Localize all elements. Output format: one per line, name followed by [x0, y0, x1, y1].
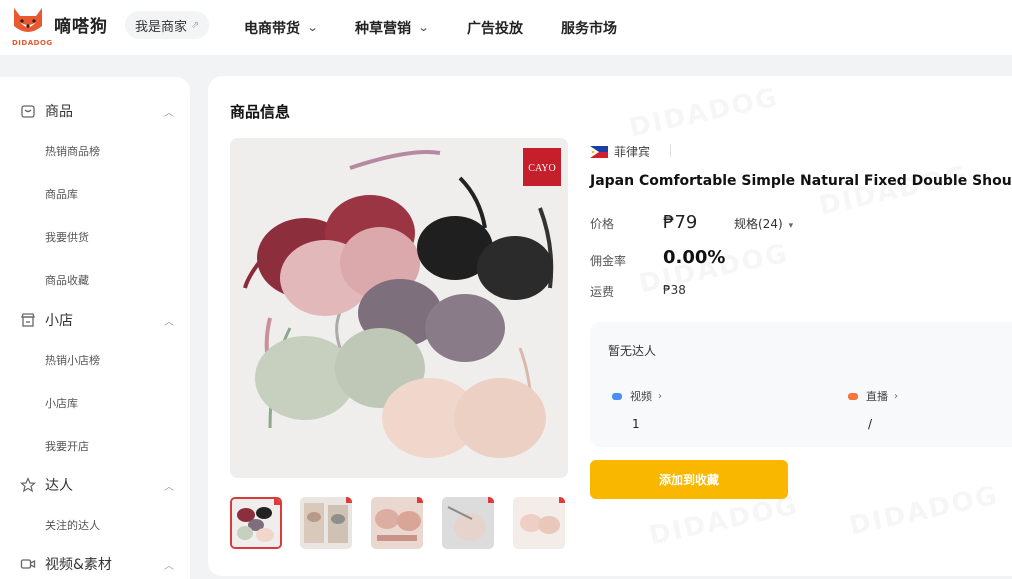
- sidebar-group-label: 商品: [45, 104, 73, 120]
- video-stat-link[interactable]: 视频 ›: [612, 388, 662, 404]
- chevron-up-icon: ︿: [164, 107, 174, 119]
- sidebar-group-label: 达人: [45, 478, 73, 494]
- nav-item-label: 广告投放: [467, 20, 523, 37]
- commission-label: 佣金率: [590, 254, 627, 268]
- shipping-label: 运费: [590, 285, 615, 299]
- external-link-icon: ⇗: [191, 19, 200, 31]
- chevron-up-icon: ︿: [164, 481, 174, 493]
- sidebar-group-shops[interactable]: 小店 ︿: [0, 305, 190, 335]
- product-thumbnail[interactable]: [371, 497, 423, 549]
- product-main-image[interactable]: CAYO: [230, 138, 568, 478]
- thumbnail-marker: [417, 497, 423, 503]
- chevron-down-icon: ⌄: [306, 21, 319, 34]
- product-thumbnail[interactable]: [513, 497, 565, 549]
- price-value: ₱79: [663, 212, 698, 233]
- commission-value: 0.00%: [663, 247, 726, 268]
- thumbnail-marker: [488, 497, 494, 503]
- product-title: Japan Comfortable Simple Natural Fixed D…: [590, 173, 1012, 189]
- product-info-card: DIDADOG DIDADOG DIDADOG DIDADOG DIDADOG …: [208, 76, 1012, 576]
- sidebar-item-product-library[interactable]: 商品库: [45, 186, 78, 202]
- shipping-value: ₱38: [663, 283, 686, 297]
- watermark: DIDADOG: [817, 161, 972, 222]
- nav-item-ads[interactable]: 广告投放: [467, 0, 523, 55]
- country-tag: 菲律宾: [590, 143, 650, 160]
- video-stat-label: 视频: [630, 390, 652, 403]
- sidebar-item-hot-products[interactable]: 热销商品榜: [45, 143, 100, 159]
- chevron-right-icon: ›: [894, 390, 898, 402]
- talent-panel: 暂无达人 视频 › 1 直播 › /: [590, 322, 1012, 447]
- sidebar: 商品 ︿ 热销商品榜 商品库 我要供货 商品收藏 小店 ︿ 热销小店榜 小店库 …: [0, 77, 190, 579]
- philippines-flag-icon: [590, 145, 608, 158]
- sidebar-item-supply[interactable]: 我要供货: [45, 229, 89, 245]
- video-icon: [612, 392, 622, 400]
- nav-item-services[interactable]: 服务市场: [561, 0, 617, 55]
- merchant-entry-button[interactable]: 我是商家 ⇗: [125, 11, 210, 39]
- spec-dropdown[interactable]: 规格(24) ▾: [734, 215, 793, 232]
- sidebar-item-followed-influencers[interactable]: 关注的达人: [45, 517, 100, 533]
- sidebar-item-shop-library[interactable]: 小店库: [45, 395, 78, 411]
- sidebar-group-products[interactable]: 商品 ︿: [0, 96, 190, 126]
- video-stat-value: 1: [632, 417, 640, 431]
- product-thumbnail[interactable]: [230, 497, 282, 549]
- nav-item-label: 服务市场: [561, 20, 617, 37]
- no-talent-text: 暂无达人: [608, 344, 657, 358]
- product-thumbnail[interactable]: [300, 497, 352, 549]
- dog-logo-icon: [10, 6, 46, 42]
- product-thumbnail[interactable]: [442, 497, 494, 549]
- price-label: 价格: [590, 217, 615, 231]
- watermark: DIDADOG: [847, 481, 1002, 542]
- thumbnail-marker: [559, 497, 565, 503]
- add-to-collection-button[interactable]: 添加到收藏: [590, 460, 788, 499]
- thumbnail-marker: [346, 497, 352, 503]
- sidebar-group-influencers[interactable]: 达人 ︿: [0, 470, 190, 500]
- section-title: 商品信息: [230, 103, 291, 121]
- watermark: DIDADOG: [627, 83, 782, 144]
- sidebar-group-label: 视频&素材: [45, 557, 112, 573]
- nav-item-seeding[interactable]: 种草营销 ⌄: [355, 0, 430, 55]
- sidebar-group-label: 小店: [45, 313, 73, 329]
- app-brand: DIDADOG: [12, 39, 53, 47]
- video-icon: [20, 556, 36, 572]
- chevron-right-icon: ›: [658, 390, 662, 402]
- bag-icon: [20, 103, 36, 119]
- sidebar-item-open-shop[interactable]: 我要开店: [45, 438, 89, 454]
- image-brand-badge: CAYO: [528, 163, 555, 174]
- chevron-down-icon: ▾: [788, 221, 794, 231]
- chevron-up-icon: ︿: [164, 560, 174, 572]
- nav-item-label: 电商带货: [244, 20, 300, 37]
- live-icon: [848, 392, 858, 400]
- divider: [670, 144, 671, 157]
- thumbnail-marker: [274, 499, 280, 505]
- spec-label: 规格(24): [734, 217, 783, 231]
- top-bar: 嘀嗒狗 DIDADOG 我是商家 ⇗ 电商带货 ⌄ 种草营销 ⌄ 广告投放 服务…: [0, 0, 1012, 55]
- chevron-down-icon: ⌄: [417, 21, 430, 34]
- chevron-up-icon: ︿: [164, 316, 174, 328]
- sidebar-item-favorites[interactable]: 商品收藏: [45, 272, 89, 288]
- sidebar-group-videos[interactable]: 视频&素材 ︿: [0, 549, 190, 579]
- app-name: 嘀嗒狗: [54, 16, 108, 37]
- nav-item-ecommerce[interactable]: 电商带货 ⌄: [244, 0, 319, 55]
- star-icon: [19, 477, 37, 493]
- live-stat-value: /: [868, 417, 873, 431]
- country-label: 菲律宾: [614, 145, 651, 159]
- app-logo[interactable]: 嘀嗒狗 DIDADOG: [10, 6, 108, 47]
- merchant-entry-label: 我是商家: [135, 19, 188, 35]
- watermark: DIDADOG: [647, 491, 802, 552]
- store-icon: [20, 312, 36, 328]
- sidebar-item-hot-shops[interactable]: 热销小店榜: [45, 352, 100, 368]
- live-stat-label: 直播: [866, 390, 888, 403]
- nav-item-label: 种草营销: [355, 20, 411, 37]
- live-stat-link[interactable]: 直播 ›: [848, 388, 898, 404]
